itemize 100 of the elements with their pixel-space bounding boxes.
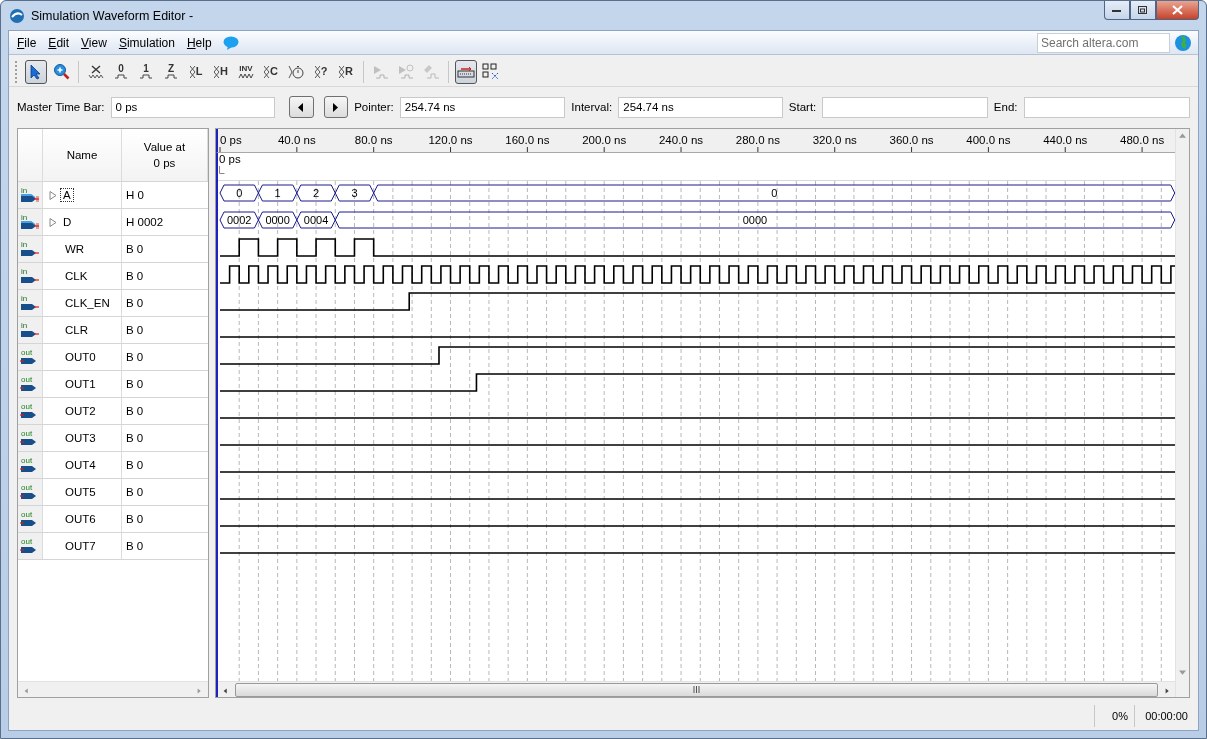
snap-to-grid-button[interactable]	[455, 59, 477, 84]
signal-value: B 0	[125, 539, 145, 554]
menu-item[interactable]: Simulation	[117, 35, 182, 50]
time-tick-label: 80.0 ns	[354, 134, 393, 146]
value-button[interactable]: C	[260, 59, 282, 84]
invert-button[interactable]: INV	[235, 59, 257, 84]
time-tick-label: 280.0 ns	[735, 134, 780, 146]
value-button[interactable]: Z	[160, 59, 182, 84]
signal-name[interactable]: OUT3	[63, 432, 98, 444]
pulse-icon	[114, 74, 128, 79]
field-label: Start:	[788, 101, 817, 113]
pulse-icon	[139, 74, 153, 79]
value-button[interactable]: R	[335, 59, 357, 84]
signal-value: H 0002	[125, 215, 165, 230]
left-triangle-icon	[298, 102, 305, 112]
bus-segment: 2	[296, 184, 336, 202]
time-marker-label: 0 ps	[219, 153, 241, 166]
interval-field[interactable]: 254.74 ns	[618, 96, 783, 118]
menu-item[interactable]: Help	[185, 35, 219, 50]
field-label: Interval:	[571, 101, 613, 113]
next-button[interactable]	[323, 96, 349, 118]
signal-value: B 0	[125, 458, 145, 473]
bus-segment: 0000	[257, 211, 298, 229]
signal-name[interactable]: OUT2	[63, 405, 98, 417]
signal-name[interactable]: OUT1	[63, 378, 98, 390]
value-button[interactable]: H	[210, 59, 232, 84]
master-time-field[interactable]: 0 ps	[110, 96, 276, 118]
signal-name[interactable]: OUT7	[63, 540, 98, 552]
expand-arrow-icon[interactable]	[49, 217, 57, 227]
bus-segment: 0002	[219, 211, 259, 229]
elapsed-time: 00:00:00	[1134, 705, 1194, 727]
progress-text: 0%	[1094, 705, 1134, 727]
crossover-icon	[264, 64, 270, 79]
app-logo-icon	[9, 7, 25, 24]
scroll-left-icon[interactable]	[223, 687, 228, 694]
grip-icon	[693, 686, 700, 693]
crossover-icon	[314, 64, 321, 79]
signal-name[interactable]: CLK	[63, 270, 90, 282]
grid-icon	[482, 62, 500, 81]
signal-value: B 0	[125, 323, 145, 338]
maximize-button[interactable]	[1130, 1, 1156, 20]
crossover-icon	[339, 64, 345, 79]
search-field[interactable]: Search altera.com	[1037, 32, 1170, 53]
time-tick-label: 400.0 ns	[966, 134, 1011, 146]
signal-name[interactable]: A	[61, 189, 73, 201]
bus-segment: 0	[373, 184, 1175, 202]
menu-item[interactable]: View	[80, 35, 114, 50]
pointer-icon	[30, 63, 42, 80]
previous-button[interactable]	[289, 96, 314, 118]
signal-value: B 0	[125, 431, 145, 446]
expand-arrow-icon[interactable]	[49, 190, 57, 200]
restore-icon	[1138, 5, 1148, 15]
right-triangle-icon	[332, 102, 339, 112]
time-tick-label: 320.0 ns	[812, 134, 857, 146]
signal-name[interactable]: CLR	[63, 324, 90, 336]
signal-name[interactable]: OUT5	[63, 486, 98, 498]
globe-icon[interactable]	[1174, 33, 1192, 52]
marker-handle-icon[interactable]	[219, 166, 225, 174]
signal-name[interactable]: OUT0	[63, 351, 98, 363]
zigzag-icon	[238, 72, 254, 79]
value-button[interactable]: L	[185, 59, 207, 84]
time-tick-label: 0 ps	[220, 134, 242, 146]
bus-segment: 3	[334, 184, 375, 202]
scrollbar-thumb[interactable]	[235, 682, 1158, 697]
pointer-tool-button[interactable]	[25, 59, 47, 84]
value-button[interactable]: ?	[310, 59, 332, 84]
signal-value: B 0	[125, 242, 145, 257]
chat-bubble-icon[interactable]	[222, 35, 239, 50]
scroll-right-icon[interactable]	[1165, 687, 1170, 694]
time-tick-label: 480.0 ns	[1120, 134, 1165, 146]
time-tick-label: 40.0 ns	[277, 134, 316, 146]
signal-name[interactable]: OUT6	[63, 513, 98, 525]
menu-item[interactable]: Edit	[47, 35, 77, 50]
value-button[interactable]: 1	[135, 59, 157, 84]
column-header[interactable]: Value at 0 ps	[143, 139, 186, 171]
signal-name[interactable]: CLK_EN	[63, 297, 112, 309]
minimize-button[interactable]	[1104, 1, 1130, 20]
end-field[interactable]	[1023, 96, 1190, 118]
close-button[interactable]	[1156, 1, 1199, 20]
pulse-icon	[164, 74, 178, 79]
signal-name[interactable]: D	[61, 216, 74, 228]
column-header[interactable]: Name	[66, 147, 98, 163]
value-button[interactable]: 0	[110, 59, 132, 84]
menu-item[interactable]: File	[16, 35, 44, 50]
signal-value: B 0	[125, 296, 145, 311]
scroll-down-icon[interactable]	[1179, 669, 1186, 677]
close-icon	[1172, 5, 1183, 15]
scroll-up-icon[interactable]	[1179, 132, 1186, 140]
hammer-icon	[422, 63, 440, 80]
signal-name[interactable]: OUT4	[63, 459, 98, 471]
time-tick-label: 160.0 ns	[505, 134, 550, 146]
pointer-field[interactable]: 254.74 ns	[399, 96, 566, 118]
signal-value: H 0	[125, 188, 145, 203]
unknown-value-icon	[88, 63, 104, 80]
bus-segment: 0	[219, 184, 259, 202]
start-field[interactable]	[822, 96, 988, 118]
run-simulation-icon	[372, 63, 390, 80]
signal-name[interactable]: WR	[63, 243, 87, 255]
field-label: Pointer:	[354, 101, 394, 113]
time-tick-label: 200.0 ns	[582, 134, 627, 146]
